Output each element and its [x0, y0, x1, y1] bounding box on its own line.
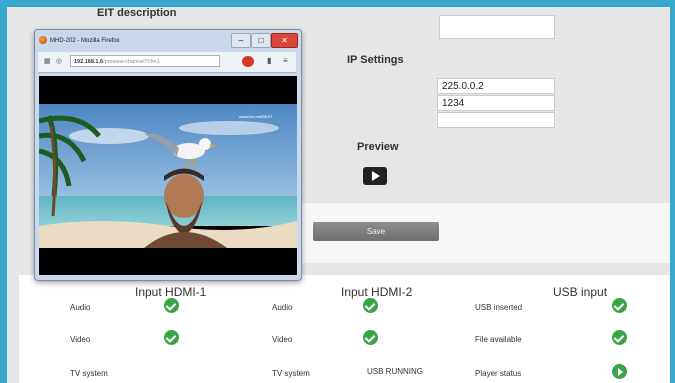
eit-heading: EIT description [97, 7, 177, 19]
minimize-button[interactable]: – [231, 33, 251, 48]
url-bar: ▦ ◎ 192.168.1.6/preview-channel?ch=1 ▮ ≡ [38, 52, 296, 73]
video-watermark: www.tvtv.net/BEST [239, 114, 273, 119]
addon-icon[interactable] [242, 56, 254, 67]
ip-address-field[interactable]: 225.0.0.2 [437, 78, 555, 94]
firefox-icon [39, 36, 47, 45]
port-field[interactable]: 1234 [437, 95, 555, 111]
player-status-label: Player status [475, 369, 522, 378]
column-title-usb: USB input [553, 285, 608, 299]
extra-field[interactable] [437, 112, 555, 128]
column-title-hdmi1: Input HDMI-1 [135, 285, 207, 299]
globe-icon: ◎ [56, 58, 63, 65]
save-button[interactable]: Save [313, 222, 439, 241]
preview-play-icon[interactable] [363, 167, 387, 185]
url-host: 192.168.1.6 [74, 59, 104, 65]
maximize-button[interactable]: □ [251, 33, 271, 48]
hdmi2-video-ok-icon [363, 330, 378, 345]
url-path: /preview-channel?ch=1 [103, 59, 160, 65]
file-available-ok-icon [612, 330, 627, 345]
hdmi1-video-label: Video [70, 335, 91, 344]
page-frame: EIT description IP Settings 225.0.0.2 12… [0, 0, 675, 383]
eit-description-field[interactable] [439, 15, 555, 39]
hdmi2-audio-ok-icon [363, 298, 378, 313]
hdmi2-audio-label: Audio [272, 303, 293, 312]
menu-icon[interactable]: ≡ [283, 56, 288, 65]
ip-settings-heading: IP Settings [347, 54, 404, 66]
hdmi1-audio-label: Audio [70, 303, 91, 312]
player-status-play-icon[interactable] [612, 364, 627, 379]
hdmi2-tvsystem-value: USB RUNNING [367, 367, 424, 376]
bookmark-icon[interactable]: ▮ [267, 56, 271, 65]
preview-video[interactable]: www.tvtv.net/BEST [39, 76, 297, 275]
video-frame-image: www.tvtv.net/BEST [39, 104, 297, 248]
hdmi1-tvsystem-label: TV system [70, 369, 108, 378]
hdmi1-audio-ok-icon [164, 298, 179, 313]
column-title-hdmi2: Input HDMI-2 [341, 285, 413, 299]
file-available-label: File available [475, 335, 522, 344]
usb-inserted-ok-icon [612, 298, 627, 313]
usb-inserted-label: USB inserted [475, 303, 523, 312]
hdmi1-video-ok-icon [164, 330, 179, 345]
preview-popup-window[interactable]: MHD-202 - Mozilla Firefox – □ ✕ ▦ ◎ 192.… [34, 29, 302, 281]
popup-titlebar: MHD-202 - Mozilla Firefox [39, 34, 239, 48]
close-button[interactable]: ✕ [271, 33, 298, 48]
hdmi2-tvsystem-label: TV system [272, 369, 310, 378]
hdmi2-video-label: Video [272, 335, 293, 344]
url-field[interactable]: 192.168.1.6/preview-channel?ch=1 [70, 55, 220, 67]
page-icon: ▦ [44, 58, 51, 65]
preview-heading: Preview [357, 141, 399, 153]
popup-title-text: MHD-202 - Mozilla Firefox [50, 38, 120, 44]
